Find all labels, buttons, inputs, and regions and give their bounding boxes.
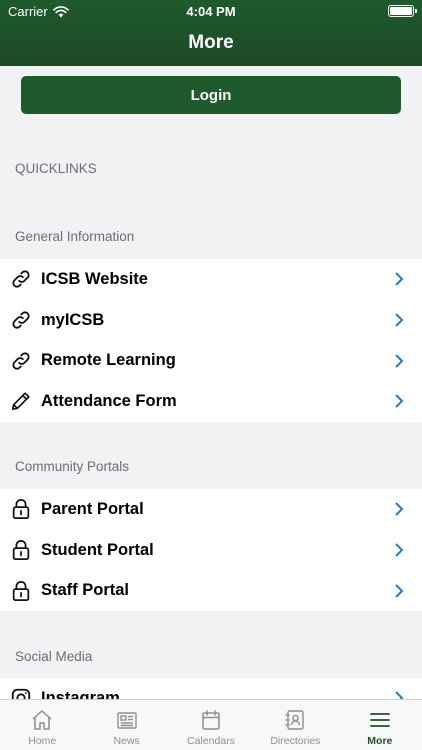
row-instagram[interactable]: Instagram: [0, 678, 422, 699]
chevron-right-icon: [395, 272, 404, 287]
row-label: Remote Learning: [41, 351, 176, 370]
chevron-right-icon: [395, 394, 404, 409]
chevron-right-icon: [395, 691, 404, 699]
chevron-right-icon: [395, 584, 404, 598]
login-button[interactable]: Login: [21, 76, 401, 114]
lock-icon: [10, 498, 32, 520]
tab-label: News: [113, 735, 140, 747]
status-bar: Carrier 4:04 PM: [0, 0, 422, 22]
tab-directories[interactable]: Directories: [253, 700, 337, 750]
row-label: Staff Portal: [41, 581, 130, 600]
tab-label: Directories: [270, 735, 321, 747]
social-media-group: Instagram: [0, 678, 422, 699]
row-attendance-form[interactable]: Attendance Form: [0, 381, 422, 422]
lock-icon: [10, 580, 32, 602]
more-list[interactable]: Login QUICKLINKS General Information ICS…: [0, 66, 422, 699]
tab-more[interactable]: More: [338, 700, 422, 750]
row-label: Attendance Form: [41, 391, 177, 410]
section-social-media: Social Media: [15, 649, 93, 664]
section-general-information: General Information: [15, 229, 135, 244]
link-icon: [10, 268, 32, 290]
row-myicsb[interactable]: myICSB: [0, 300, 422, 341]
section-quicklinks: QUICKLINKS: [15, 161, 97, 176]
battery-icon: [388, 5, 417, 17]
contacts-icon: [285, 710, 305, 730]
status-time: 4:04 PM: [186, 4, 236, 19]
community-portals-group: Parent Portal Student Portal Staff Porta…: [0, 489, 422, 612]
row-icsb-website[interactable]: ICSB Website: [0, 259, 422, 300]
tab-label: Home: [28, 735, 57, 747]
chevron-right-icon: [395, 543, 404, 557]
row-remote-learning[interactable]: Remote Learning: [0, 340, 422, 381]
instagram-icon: [10, 687, 32, 699]
tab-calendars[interactable]: Calendars: [169, 700, 253, 750]
general-information-group: ICSB Website myICSB Remote Learning Atte…: [0, 259, 422, 422]
row-student-portal[interactable]: Student Portal: [0, 530, 422, 571]
home-icon: [32, 710, 52, 730]
row-label: myICSB: [41, 310, 105, 329]
lock-icon: [10, 539, 32, 561]
tab-label: More: [367, 735, 393, 747]
row-label: Parent Portal: [41, 499, 144, 518]
row-label: Instagram: [41, 688, 120, 699]
navigation-header: Carrier 4:04 PM More: [0, 0, 422, 66]
row-staff-portal[interactable]: Staff Portal: [0, 570, 422, 611]
tab-bar: Home News Calendars Directories More: [0, 699, 422, 750]
menu-icon: [369, 713, 390, 727]
row-parent-portal[interactable]: Parent Portal: [0, 489, 422, 530]
section-community-portals: Community Portals: [15, 459, 130, 474]
link-icon: [10, 309, 32, 331]
link-icon: [10, 350, 32, 372]
page-title: More: [188, 32, 234, 53]
tab-news[interactable]: News: [84, 700, 168, 750]
newspaper-icon: [116, 712, 137, 729]
tab-label: Calendars: [187, 735, 235, 747]
chevron-right-icon: [395, 502, 404, 517]
row-label: ICSB Website: [41, 269, 148, 288]
chevron-right-icon: [395, 354, 404, 368]
chevron-right-icon: [395, 313, 404, 327]
row-label: Student Portal: [41, 540, 154, 559]
pencil-icon: [10, 390, 32, 412]
calendar-icon: [202, 710, 220, 730]
tab-home[interactable]: Home: [0, 700, 84, 750]
